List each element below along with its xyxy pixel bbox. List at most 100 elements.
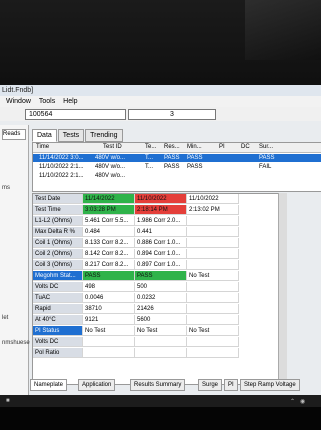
row-min: PASS (187, 155, 203, 161)
row-time: 11/10/2022 2:1... (39, 173, 84, 179)
table-cell[interactable] (187, 293, 239, 303)
row-label: Coil 1 (Ohms) (33, 238, 83, 248)
menu-window[interactable]: Window (6, 98, 31, 105)
col-sur[interactable]: Sur... (259, 143, 273, 152)
list-item[interactable]: 11/10/2022 2:1... 480V w/o... (33, 172, 321, 180)
menu-tools[interactable]: Tools (39, 98, 55, 105)
tab-nameplate[interactable]: Nameplate (30, 379, 68, 391)
table-cell[interactable]: 11/14/2022 (83, 194, 135, 204)
table-row: Volts DC 498 500 (33, 282, 278, 293)
table-cell[interactable]: 8.142 Corr 8.2... (83, 249, 135, 259)
table-cell[interactable]: No Test (135, 326, 187, 336)
table-cell[interactable]: 0.886 Corr 1.0... (135, 238, 187, 248)
left-tab-reads[interactable]: Reads (2, 129, 26, 140)
table-row: Max Delta R % 0.484 0.441 (33, 227, 278, 238)
tab-results-summary[interactable]: Results Summary (130, 379, 186, 391)
table-cell[interactable]: 0.897 Corr 1.0... (135, 260, 187, 270)
table-cell[interactable]: 0.0046 (83, 293, 135, 303)
row-label: Coil 3 (Ohms) (33, 260, 83, 270)
row-label: Volts DC (33, 282, 83, 292)
table-cell[interactable]: 0.0232 (135, 293, 187, 303)
table-cell[interactable]: 2:13:02 PM (187, 205, 239, 215)
left-panel: Reads ms let nmshuese (0, 125, 30, 395)
table-cell[interactable]: No Test (187, 326, 239, 336)
col-pi[interactable]: PI (219, 143, 225, 152)
start-icon[interactable]: ■ (6, 398, 10, 404)
tab-step-ramp-voltage[interactable]: Step Ramp Voltage (240, 379, 300, 391)
tab-surge[interactable]: Surge (198, 379, 223, 391)
row-label: Megohm Stat... (33, 271, 83, 281)
table-cell[interactable] (187, 304, 239, 314)
table-cell[interactable] (187, 315, 239, 325)
row-sur: PASS (259, 155, 275, 161)
col-dc[interactable]: DC (241, 143, 250, 152)
table-cell[interactable]: 5.461 Corr 5.5... (83, 216, 135, 226)
table-cell[interactable]: 5600 (135, 315, 187, 325)
table-cell[interactable]: 1.986 Corr 2.0... (135, 216, 187, 226)
row-label: Pol Ratio (33, 348, 83, 358)
wifi-icon[interactable]: ◉ (300, 398, 305, 405)
list-item[interactable]: 11/10/2022 2:1... 480V w/o... T... PASS … (33, 163, 321, 171)
table-row: Test Date 11/14/2022 11/10/2022 11/10/20… (33, 194, 278, 205)
table-cell[interactable]: 2:18:14 PM (135, 205, 187, 215)
table-cell[interactable]: 500 (135, 282, 187, 292)
table-cell[interactable] (187, 227, 239, 237)
main-tabs: Data Tests Trending (32, 129, 124, 142)
table-cell[interactable]: PASS (135, 271, 187, 281)
table-cell[interactable]: 3:03:28 PM (83, 205, 135, 215)
col-test-id[interactable]: Test ID (103, 143, 122, 152)
table-cell[interactable] (187, 238, 239, 248)
list-item[interactable]: 11/14/2022 3:0... 480V w/o... T... PASS … (33, 154, 321, 162)
table-cell[interactable]: 11/10/2022 (135, 194, 187, 204)
table-cell[interactable] (83, 348, 135, 358)
table-cell[interactable]: 8.217 Corr 8.2... (83, 260, 135, 270)
table-cell[interactable]: 38710 (83, 304, 135, 314)
col-time[interactable]: Time (36, 143, 49, 152)
row-label: L1-L2 (Ohms) (33, 216, 83, 226)
table-cell[interactable] (135, 348, 187, 358)
record-id-field[interactable]: 100564 (25, 109, 126, 120)
row-label: Test Date (33, 194, 83, 204)
table-cell[interactable]: 0.484 (83, 227, 135, 237)
tab-tests[interactable]: Tests (57, 129, 85, 142)
tab-trending[interactable]: Trending (85, 129, 123, 142)
vertical-scrollbar[interactable] (278, 193, 287, 383)
table-cell[interactable]: 11/10/2022 (187, 194, 239, 204)
col-te[interactable]: Te... (145, 143, 156, 152)
table-cell[interactable]: 8.133 Corr 8.2... (83, 238, 135, 248)
table-cell[interactable] (187, 216, 239, 226)
table-cell[interactable] (135, 337, 187, 347)
tray-caret-icon[interactable]: ⌃ (290, 398, 295, 405)
table-cell[interactable] (187, 260, 239, 270)
test-list: Time Test ID Te... Res... Min... PI DC S… (32, 142, 321, 192)
table-row: Coil 3 (Ohms) 8.217 Corr 8.2... 0.897 Co… (33, 260, 278, 271)
col-min[interactable]: Min... (187, 143, 202, 152)
app-window: Lidt.Fndb] Window Tools Help 100564 3 Re… (0, 85, 321, 395)
monitor-glare (245, 0, 321, 60)
table-cell[interactable]: 498 (83, 282, 135, 292)
bottom-tabs: Nameplate Application Results Summary Su… (30, 379, 321, 391)
tab-application[interactable]: Application (78, 379, 116, 391)
col-res[interactable]: Res... (164, 143, 180, 152)
menu-help[interactable]: Help (63, 98, 77, 105)
table-cell[interactable]: 0.441 (135, 227, 187, 237)
table-cell[interactable]: 0.894 Corr 1.0... (135, 249, 187, 259)
record-count-field[interactable]: 3 (128, 109, 216, 120)
table-cell[interactable]: No Test (83, 326, 135, 336)
row-te: T... (145, 155, 154, 161)
table-cell[interactable]: No Test (187, 271, 239, 281)
table-cell[interactable]: 21426 (135, 304, 187, 314)
row-sur: FAIL (259, 164, 272, 170)
table-row: PI Status No Test No Test No Test (33, 326, 278, 337)
tab-pi[interactable]: PI (224, 379, 238, 391)
table-cell[interactable] (187, 348, 239, 358)
table-cell[interactable]: PASS (83, 271, 135, 281)
table-cell[interactable]: 9121 (83, 315, 135, 325)
table-cell[interactable] (187, 282, 239, 292)
table-cell[interactable] (83, 337, 135, 347)
test-list-header: Time Test ID Te... Res... Min... PI DC S… (33, 143, 321, 153)
row-label: Max Delta R % (33, 227, 83, 237)
table-cell[interactable] (187, 249, 239, 259)
table-cell[interactable] (187, 337, 239, 347)
tab-data[interactable]: Data (32, 129, 57, 142)
